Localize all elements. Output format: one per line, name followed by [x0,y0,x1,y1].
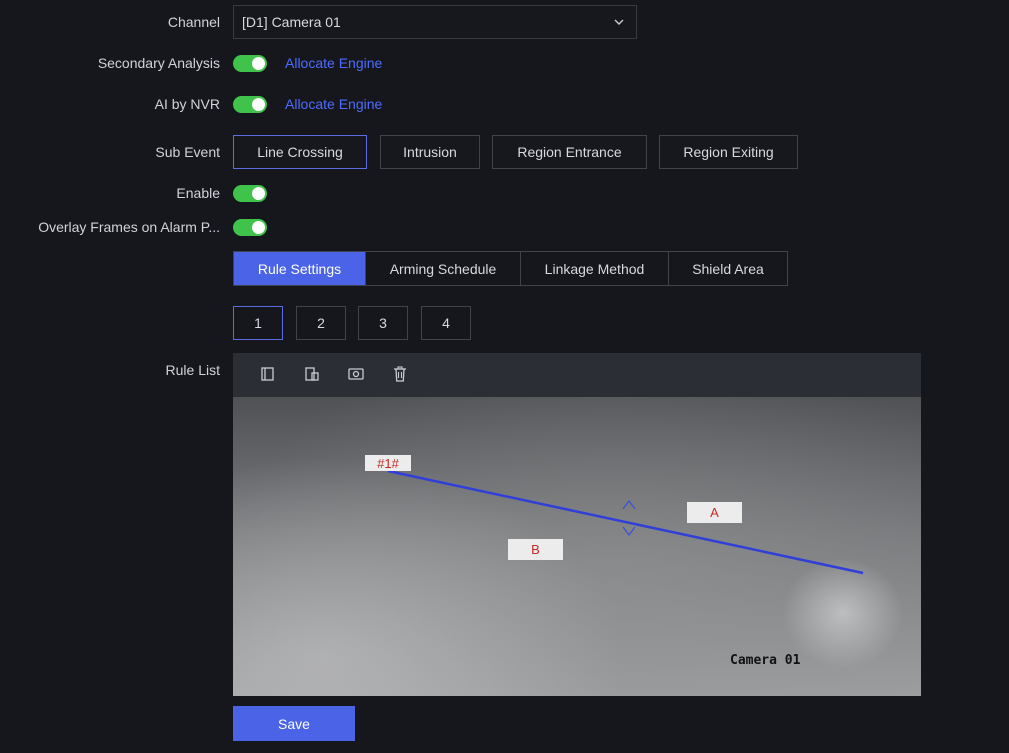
rule-number-4[interactable]: 4 [421,306,471,340]
ai-by-nvr-label: AI by NVR [154,96,220,112]
sub-event-intrusion[interactable]: Intrusion [380,135,480,169]
tab-linkage-method[interactable]: Linkage Method [521,252,669,285]
toggle-knob [252,57,265,70]
toggle-knob [252,187,265,200]
overlay-frames-toggle[interactable] [233,219,267,236]
channel-select[interactable]: [D1] Camera 01 [233,5,637,39]
secondary-analysis-toggle[interactable] [233,55,267,72]
sub-event-region-entrance[interactable]: Region Entrance [492,135,647,169]
draw-rule-icon[interactable] [259,365,277,383]
overlay-frames-label: Overlay Frames on Alarm P... [38,219,220,235]
rule-number-2[interactable]: 2 [296,306,346,340]
enable-toggle[interactable] [233,185,267,202]
toggle-knob [252,98,265,111]
rule-list-label: Rule List [165,362,220,378]
side-a-label: A [687,502,742,523]
rule-number-1[interactable]: 1 [233,306,283,340]
delete-icon[interactable] [391,365,409,383]
chevron-down-icon [614,19,624,25]
enable-label: Enable [176,185,220,201]
tab-shield-area[interactable]: Shield Area [669,252,787,285]
rule-tag: #1# [365,455,411,471]
video-preview[interactable]: #1# A B Camera 01 [233,397,921,696]
direction-arrow-icon [622,500,636,536]
save-button[interactable]: Save [233,706,355,741]
tab-arming-schedule[interactable]: Arming Schedule [366,252,521,285]
ai-by-nvr-toggle[interactable] [233,96,267,113]
rule-number-3[interactable]: 3 [358,306,408,340]
sub-event-line-crossing[interactable]: Line Crossing [233,135,367,169]
channel-select-value: [D1] Camera 01 [242,14,341,30]
camera-osd-label: Camera 01 [730,653,801,668]
ai-allocate-engine-link[interactable]: Allocate Engine [285,96,382,112]
tab-rule-settings[interactable]: Rule Settings [234,252,366,285]
toggle-knob [252,221,265,234]
rule-tabs: Rule Settings Arming Schedule Linkage Me… [233,251,788,286]
secondary-analysis-label: Secondary Analysis [97,55,220,71]
channel-label: Channel [167,14,220,30]
rule-overlay [387,469,864,575]
sub-event-label: Sub Event [155,144,220,160]
clear-icon[interactable] [347,365,365,383]
side-b-label: B [508,539,563,560]
rule-toolbar [233,353,921,397]
secondary-allocate-engine-link[interactable]: Allocate Engine [285,55,382,71]
draw-area-icon[interactable] [303,365,321,383]
sub-event-region-exiting[interactable]: Region Exiting [659,135,798,169]
crossing-line[interactable] [387,469,864,575]
